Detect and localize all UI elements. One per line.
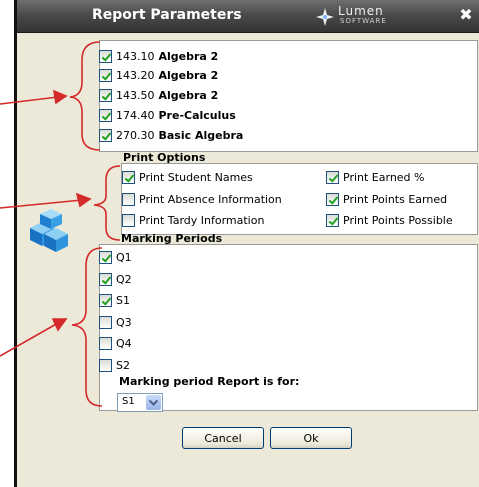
report-period-select[interactable]: S1 (117, 393, 163, 412)
marking-period-label: S2 (116, 358, 130, 372)
print-option-item-checkbox[interactable] (122, 170, 135, 184)
marking-period-item[interactable]: S2 (99, 356, 130, 374)
marking-period-label: S1 (116, 293, 130, 307)
marking-period-item-checkbox[interactable] (99, 336, 112, 350)
course-item-checkbox[interactable] (99, 88, 112, 102)
course-name: Algebra 2 (158, 88, 219, 102)
marking-period-item-checkbox[interactable] (99, 250, 112, 264)
print-option-item[interactable]: Print Points Earned (326, 190, 447, 208)
ok-button[interactable]: Ok (270, 427, 352, 449)
course-item-checkbox[interactable] (99, 108, 112, 122)
course-code: 174.40 (116, 108, 155, 122)
marking-period-item[interactable]: Q2 (99, 270, 132, 288)
course-name: Algebra 2 (158, 49, 219, 63)
lumen-logo-subtitle: SOFTWARE (340, 17, 387, 25)
lumen-logo-word: Lumen (338, 4, 384, 18)
course-name: Basic Algebra (158, 128, 244, 142)
marking-period-item[interactable]: S1 (99, 291, 130, 309)
course-code: 270.30 (116, 128, 155, 142)
course-item[interactable]: 143.20 Algebra 2 (99, 66, 218, 84)
report-parameters-dialog: Report Parameters Lumen SOFTWARE ✖ Print… (14, 0, 479, 487)
cancel-button[interactable]: Cancel (182, 427, 264, 449)
course-item-checkbox[interactable] (99, 49, 112, 63)
course-item[interactable]: 143.10 Algebra 2 (99, 47, 218, 65)
lumen-logo-icon (316, 8, 334, 26)
chevron-down-icon[interactable] (146, 395, 161, 410)
dialog-title: Report Parameters (92, 7, 242, 23)
print-option-label: Print Tardy Information (139, 213, 265, 227)
course-name: Pre-Calculus (158, 108, 236, 122)
print-option-label: Print Absence Information (139, 192, 282, 206)
marking-period-item[interactable]: Q3 (99, 313, 132, 331)
print-option-label: Print Student Names (139, 170, 253, 184)
course-code: 143.10 (116, 49, 155, 63)
report-period-value: S1 (122, 396, 135, 407)
course-code: 143.50 (116, 88, 155, 102)
marking-period-label: Q4 (116, 336, 132, 350)
print-option-label: Print Earned % (343, 170, 425, 184)
title-bar: Report Parameters Lumen SOFTWARE ✖ (17, 0, 479, 33)
print-option-item[interactable]: Print Tardy Information (122, 211, 264, 229)
marking-period-label: Q1 (116, 250, 132, 264)
marking-period-label: Q2 (116, 272, 132, 286)
course-name: Algebra 2 (158, 68, 219, 82)
course-item[interactable]: 143.50 Algebra 2 (99, 86, 218, 104)
print-option-label: Print Points Earned (343, 192, 448, 206)
course-item[interactable]: 270.30 Basic Algebra (99, 126, 243, 144)
close-icon[interactable]: ✖ (457, 5, 475, 25)
marking-period-item-checkbox[interactable] (99, 272, 112, 286)
marking-period-item[interactable]: Q1 (99, 248, 132, 266)
marking-period-item-checkbox[interactable] (99, 293, 112, 307)
print-option-item[interactable]: Print Earned % (326, 168, 425, 186)
report-for-label: Marking period Report is for: (119, 375, 300, 388)
course-item-checkbox[interactable] (99, 128, 112, 142)
course-code: 143.20 (116, 68, 155, 82)
print-option-item-checkbox[interactable] (326, 192, 339, 206)
print-option-item[interactable]: Print Absence Information (122, 190, 282, 208)
print-option-item-checkbox[interactable] (326, 213, 339, 227)
course-item-checkbox[interactable] (99, 68, 112, 82)
marking-period-item-checkbox[interactable] (99, 358, 112, 372)
print-option-item[interactable]: Print Student Names (122, 168, 253, 186)
marking-period-label: Q3 (116, 315, 132, 329)
print-option-item[interactable]: Print Points Possible (326, 211, 453, 229)
marking-period-item[interactable]: Q4 (99, 334, 132, 352)
print-option-label: Print Points Possible (343, 213, 453, 227)
print-option-item-checkbox[interactable] (122, 213, 135, 227)
print-option-item-checkbox[interactable] (326, 170, 339, 184)
course-item[interactable]: 174.40 Pre-Calculus (99, 106, 236, 124)
print-option-item-checkbox[interactable] (122, 192, 135, 206)
marking-period-item-checkbox[interactable] (99, 315, 112, 329)
